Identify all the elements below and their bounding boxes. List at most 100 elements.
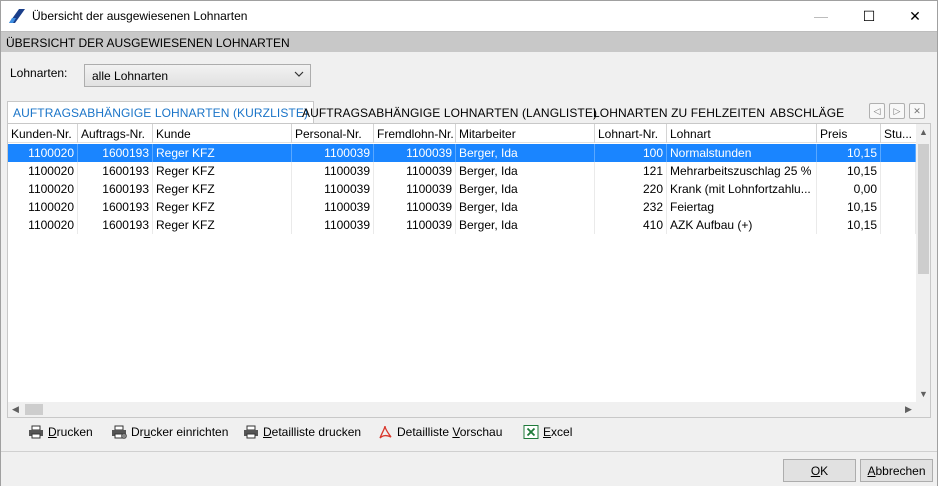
column-header[interactable]: Fremdlohn-Nr. <box>374 124 456 143</box>
dialog-window: Übersicht der ausgewiesenen Lohnarten — … <box>0 0 938 486</box>
lohnarten-select[interactable]: alle Lohnarten <box>84 64 311 87</box>
scroll-left-icon[interactable]: ◀ <box>8 402 23 417</box>
table-cell: Berger, Ida <box>456 162 595 180</box>
table-cell <box>881 216 916 234</box>
minimize-button[interactable]: — <box>798 1 844 31</box>
table-row[interactable]: 1100020 1600193 Reger KFZ 1100039 1100039 Ber… <box>8 198 916 216</box>
table-cell: 1600193 <box>78 180 153 198</box>
table-cell: 1100039 <box>292 198 374 216</box>
close-tab-icon: ✕ <box>913 105 921 116</box>
scroll-corner <box>916 402 930 417</box>
tab-scroll-left-button[interactable]: ◁ <box>869 103 885 119</box>
table-cell: 1600193 <box>78 162 153 180</box>
close-button[interactable]: ✕ <box>892 1 938 31</box>
table-cell: Reger KFZ <box>153 180 292 198</box>
table-cell <box>881 144 916 162</box>
excel-button[interactable]: Excel <box>523 424 572 440</box>
table-cell <box>881 198 916 216</box>
vertical-scroll-thumb[interactable] <box>918 144 929 274</box>
tab-fehlzeiten-label: LOHNARTEN ZU FEHLZEITEN <box>593 106 766 120</box>
printer-setup-button[interactable]: Drucker einrichten <box>111 424 228 440</box>
dialog-footer: OK Abbrechen <box>1 451 937 486</box>
table-cell: Reger KFZ <box>153 144 292 162</box>
table-row[interactable]: 1100020 1600193 Reger KFZ 1100039 1100039 Ber… <box>8 216 916 234</box>
printer-setup-icon <box>112 425 127 439</box>
print-button[interactable]: Drucken <box>28 424 93 440</box>
table-row[interactable]: 1100020 1600193 Reger KFZ 1100039 1100039 Ber… <box>8 180 916 198</box>
excel-icon <box>523 425 539 439</box>
table-row[interactable]: 1100020 1600193 Reger KFZ 1100039 1100039 Ber… <box>8 144 916 162</box>
tab-close-button[interactable]: ✕ <box>909 103 925 119</box>
cancel-button[interactable]: Abbrechen <box>860 459 933 482</box>
column-header[interactable]: Kunden-Nr. <box>8 124 78 143</box>
table-cell: 1100020 <box>8 198 78 216</box>
lohnarten-grid: Kunden-Nr. Auftrags-Nr. Kunde Personal-N… <box>7 123 931 418</box>
app-logo-icon <box>9 9 25 23</box>
table-cell: Mehrarbeitszuschlag 25 % <box>667 162 817 180</box>
scroll-down-icon[interactable]: ▼ <box>916 386 930 401</box>
scroll-up-icon[interactable]: ▲ <box>916 124 930 139</box>
table-cell: 100 <box>595 144 667 162</box>
action-toolbar: Drucken Drucker einrichten Detailliste d… <box>7 418 931 448</box>
column-header[interactable]: Lohnart-Nr. <box>595 124 667 143</box>
chevron-left-icon: ◁ <box>873 105 881 116</box>
detail-preview-button[interactable]: Detailliste Vorschau <box>377 424 502 440</box>
tab-kurzliste[interactable]: AUFTRAGSABHÄNGIGE LOHNARTEN (KURZLISTE) <box>7 101 315 124</box>
table-cell: 1100039 <box>374 162 456 180</box>
table-cell: 220 <box>595 180 667 198</box>
column-header[interactable]: Stu... <box>881 124 916 143</box>
table-cell: Feiertag <box>667 198 817 216</box>
excel-label: Excel <box>543 425 573 439</box>
printer-icon <box>29 425 43 439</box>
table-cell: 1600193 <box>78 144 153 162</box>
scroll-right-icon[interactable]: ▶ <box>901 402 916 417</box>
print-label: Drucken <box>48 425 93 439</box>
maximize-button[interactable]: ☐ <box>846 1 892 31</box>
table-cell: AZK Aufbau (+) <box>667 216 817 234</box>
close-icon: ✕ <box>909 7 921 24</box>
horizontal-scrollbar[interactable]: ◀ ▶ <box>8 402 916 417</box>
horizontal-scroll-thumb[interactable] <box>25 404 43 415</box>
ok-button[interactable]: OK <box>783 459 856 482</box>
table-cell: 410 <box>595 216 667 234</box>
table-cell: Reger KFZ <box>153 162 292 180</box>
table-cell: 10,15 <box>817 216 881 234</box>
table-cell: 10,15 <box>817 144 881 162</box>
lohnarten-select-value: alle Lohnarten <box>92 69 169 83</box>
chevron-right-icon: ▷ <box>893 105 901 116</box>
column-header[interactable]: Kunde <box>153 124 292 143</box>
tab-abschlaege[interactable]: ABSCHLÄGE <box>770 101 844 123</box>
table-cell: Normalstunden <box>667 144 817 162</box>
table-cell: 1100039 <box>374 144 456 162</box>
tab-scroll-right-button[interactable]: ▷ <box>889 103 905 119</box>
table-cell: 1100020 <box>8 162 78 180</box>
tab-langliste-label: AUFTRAGSABHÄNGIGE LOHNARTEN (LANGLISTE) <box>302 106 598 120</box>
table-cell: 1100039 <box>292 180 374 198</box>
table-cell: 1100039 <box>292 144 374 162</box>
maximize-icon: ☐ <box>862 7 876 24</box>
table-cell: 1100020 <box>8 180 78 198</box>
table-cell: Berger, Ida <box>456 144 595 162</box>
column-header[interactable]: Auftrags-Nr. <box>78 124 153 143</box>
detail-print-button[interactable]: Detailliste drucken <box>243 424 361 440</box>
column-header[interactable]: Lohnart <box>667 124 817 143</box>
tab-langliste[interactable]: AUFTRAGSABHÄNGIGE LOHNARTEN (LANGLISTE) <box>302 101 597 123</box>
chevron-down-icon <box>294 71 304 77</box>
column-header[interactable]: Mitarbeiter <box>456 124 595 143</box>
table-row[interactable]: 1100020 1600193 Reger KFZ 1100039 1100039 Ber… <box>8 162 916 180</box>
table-cell: 0,00 <box>817 180 881 198</box>
pdf-icon <box>379 425 392 439</box>
detail-preview-label: Detailliste Vorschau <box>397 425 503 439</box>
table-cell <box>881 180 916 198</box>
tab-bar: AUFTRAGSABHÄNGIGE LOHNARTEN (KURZLISTE) … <box>7 101 931 124</box>
title-bar: Übersicht der ausgewiesenen Lohnarten — … <box>1 1 937 31</box>
column-header[interactable]: Preis <box>817 124 881 143</box>
table-cell: 1600193 <box>78 216 153 234</box>
vertical-scrollbar[interactable]: ▲ ▼ <box>916 124 930 402</box>
grid-header: Kunden-Nr. Auftrags-Nr. Kunde Personal-N… <box>8 124 916 143</box>
column-header[interactable]: Personal-Nr. <box>292 124 374 143</box>
minimize-icon: — <box>814 8 828 24</box>
ok-label: OK <box>810 463 829 478</box>
tab-abschlaege-label: ABSCHLÄGE <box>770 106 845 120</box>
tab-fehlzeiten[interactable]: LOHNARTEN ZU FEHLZEITEN <box>593 101 765 123</box>
